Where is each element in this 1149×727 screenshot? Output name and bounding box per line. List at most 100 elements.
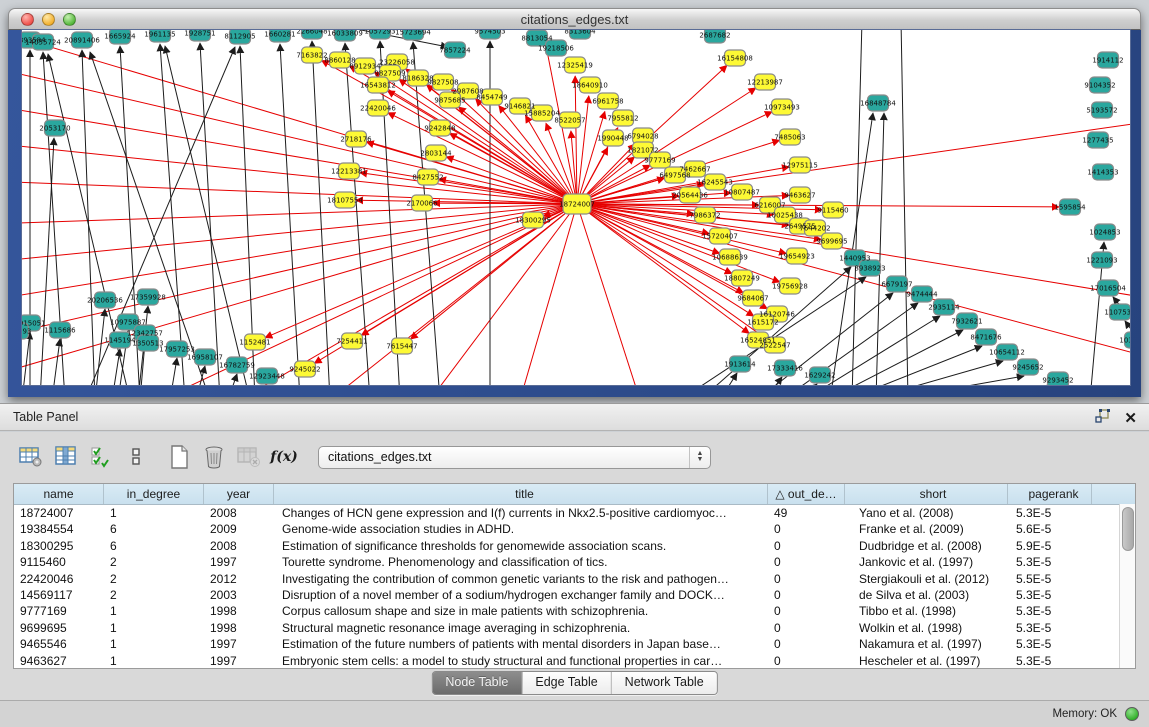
table-row[interactable]: 946362711997Embryonic stem cells: a mode… [14,653,1135,668]
graph-node-label: 16033809 [327,30,363,38]
graph-node-label: 2522547 [759,342,790,350]
graph-node-label: 1057293 [364,30,395,36]
table-row[interactable]: 946554611997Estimation of the future num… [14,636,1135,652]
graph-node-label: 7254411 [336,338,367,346]
graph-node-label: 2803144 [420,150,452,158]
graph-node-label: 7485063 [774,134,805,142]
table-panel-header: Table Panel ✕ [0,403,1149,431]
scrollbar-thumb[interactable] [1122,507,1134,551]
network-table-selector[interactable]: citations_edges.txt ▲▼ [318,446,711,469]
create-table-icon[interactable] [164,442,194,472]
graph-node-label: 12923448 [249,373,285,381]
attribute-table: namein_degreeyeartitle△ out_de…shortpage… [13,483,1136,669]
column-header-title[interactable]: title [274,484,768,504]
graph-node-label: 6216007 [754,202,785,210]
table-cell: 5.3E-5 [1008,603,1092,619]
table-cell: Structural magnetic resonance image aver… [274,620,768,636]
table-cell: Embryonic stem cells: a model to study s… [274,653,768,668]
table-cell: Dudbridge et al. (2008) [845,538,1008,554]
table-cell: 0 [768,521,845,537]
delete-selected-icon[interactable] [199,442,229,472]
table-settings-icon[interactable] [16,442,46,472]
graph-node-label: 18807249 [724,275,760,283]
graph-node-label: 1928751 [184,30,215,38]
table-row[interactable]: 911546021997Tourette syndrome. Phenomeno… [14,554,1135,570]
table-cell: 0 [768,538,845,554]
table-cell: 1 [104,505,204,521]
memory-status-indicator[interactable] [1125,707,1139,721]
column-header-in-degree[interactable]: in_degree [104,484,204,504]
graph-node-label: 15723694 [395,30,431,37]
column-header-year[interactable]: year [204,484,274,504]
table-row[interactable]: 1872400712008Changes of HCN gene express… [14,505,1135,521]
table-cell: 1998 [204,620,274,636]
graph-edge [520,204,577,385]
graph-node-label: 9777169 [644,157,675,165]
graph-node-label: 1821072 [627,147,658,155]
table-cell: 19384554 [14,521,104,537]
select-columns-icon[interactable] [86,442,116,472]
float-panel-icon[interactable] [1095,409,1110,428]
table-cell: 14569117 [14,587,104,603]
table-panel-title: Table Panel [13,404,78,431]
maximize-window-button[interactable] [63,13,76,26]
table-cell: 9699695 [14,620,104,636]
table-cell: de Silva et al. (2003) [845,587,1008,603]
graph-node-label: 17957253 [159,346,195,354]
table-row[interactable]: 969969511998Structural magnetic resonanc… [14,620,1135,636]
graph-node-label: 6497568 [659,172,690,180]
table-header-row: namein_degreeyeartitle△ out_de…shortpage… [14,484,1135,505]
show-columns-icon[interactable] [51,442,81,472]
tab-edge-table[interactable]: Edge Table [521,672,610,694]
table-row[interactable]: 977716911998Corpus callosum shape and si… [14,603,1135,619]
graph-node-label: 391593 [22,328,31,336]
close-panel-icon[interactable]: ✕ [1124,412,1137,426]
column-header-name[interactable]: name [14,484,104,504]
close-window-button[interactable] [21,13,34,26]
table-cell: Genome-wide association studies in ADHD. [274,521,768,537]
graph-node-label: 17359928 [130,294,166,302]
row-options-icon[interactable] [121,442,151,472]
table-cell: Changes of HCN gene expression and I(f) … [274,505,768,521]
table-scrollbar[interactable] [1119,504,1135,668]
graph-node-label: 14055724 [25,39,61,47]
table-cell: 9465546 [14,636,104,652]
table-cell: 1997 [204,653,274,668]
graph-edge [577,204,640,385]
graph-node-label: 9875685 [434,97,465,105]
table-row[interactable]: 1830029562008Estimation of significance … [14,538,1135,554]
memory-status-label: Memory: OK [1052,701,1117,727]
table-cell: 2009 [204,521,274,537]
column-header-filler [1092,484,1135,504]
table-cell: 2008 [204,538,274,554]
table-row[interactable]: 1456911722003Disruption of a novel membe… [14,587,1135,603]
column-header-out-de-[interactable]: △ out_de… [768,484,845,504]
column-header-short[interactable]: short [845,484,1008,504]
tab-network-table[interactable]: Network Table [611,672,717,694]
network-canvas[interactable]: 1872400771638228860128891293423226058982… [22,30,1130,385]
table-cell: 5.3E-5 [1008,554,1092,570]
graph-node-label: 19756928 [772,283,808,291]
tab-node-table[interactable]: Node Table [432,672,521,694]
function-builder-icon[interactable]: f(x) [269,442,299,472]
traffic-lights [21,13,76,26]
column-header-pagerank[interactable]: pagerank [1008,484,1092,504]
graph-node-label: 19218506 [538,45,574,53]
minimize-window-button[interactable] [42,13,55,26]
graph-node-label: 12213987 [747,79,783,87]
table-row[interactable]: 1938455462009Genome-wide association stu… [14,521,1135,537]
graph-node-label: 8471676 [970,334,1002,342]
graph-node-label: 2935114 [928,304,960,312]
graph-edge [22,60,577,204]
table-cell: Franke et al. (2009) [845,521,1008,537]
table-cell: 0 [768,620,845,636]
table-cell: 2 [104,571,204,587]
graph-edge [22,100,577,204]
table-cell: 6 [104,538,204,554]
graph-edge [430,204,577,385]
graph-node-label: 9115460 [817,207,848,215]
table-cell: 0 [768,603,845,619]
table-row[interactable]: 2242004622012Investigating the contribut… [14,571,1135,587]
graph-node-label: 6679197 [881,281,912,289]
network-window-titlebar[interactable]: citations_edges.txt [8,8,1141,30]
